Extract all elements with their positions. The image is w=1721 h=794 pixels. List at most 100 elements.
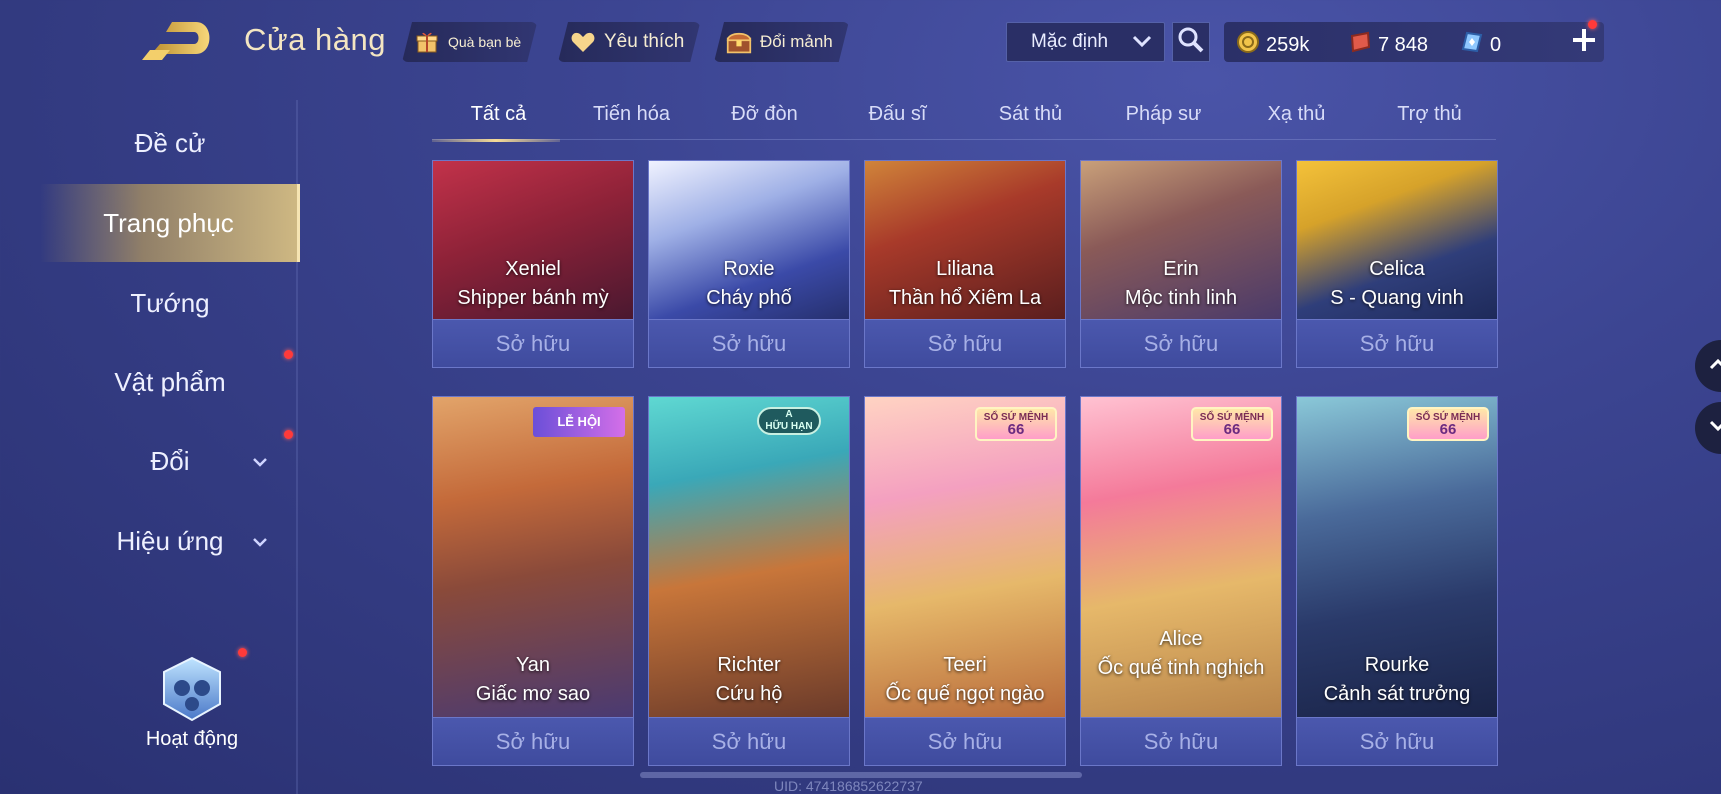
skin-names: Yan Giấc mơ sao: [432, 654, 634, 706]
gold-balance: 259k: [1236, 30, 1309, 60]
skin-card[interactable]: SỔ SỨ MỆNH 66 Rourke Cảnh sát trưởng Sở …: [1296, 396, 1498, 768]
tab-all[interactable]: Tất cả: [432, 96, 565, 142]
tab-evolution[interactable]: Tiến hóa: [565, 96, 698, 140]
favorite-label: Yêu thích: [604, 31, 685, 52]
owned-button[interactable]: Sở hữu: [1080, 320, 1282, 368]
skin-names: Alice Ốc quế tinh nghịch: [1080, 628, 1282, 681]
skin-card[interactable]: SỔ SỨ MỆNH 66 Teeri Ốc quế ngọt ngào Sở …: [864, 396, 1066, 768]
sidebar-item-items[interactable]: Vật phẩm: [40, 343, 300, 421]
owned-button[interactable]: Sở hữu: [1296, 320, 1498, 368]
friend-gift-label: Quà bạn bè: [448, 34, 522, 50]
sidebar-item-exchange[interactable]: Đổi: [40, 422, 300, 500]
owned-button[interactable]: Sở hữu: [648, 718, 850, 766]
festival-badge: LỄ HỘI: [533, 407, 625, 437]
owned-button[interactable]: Sở hữu: [864, 320, 1066, 368]
skin-names: Celica S - Quang vinh: [1296, 258, 1498, 310]
tab-assassin[interactable]: Sát thủ: [964, 96, 1097, 140]
top-bar: Cửa hàng Quà bạn bè Yêu thích Đổi mảnh M…: [0, 0, 1721, 84]
diamond-balance: 0: [1460, 30, 1501, 60]
plus-icon: [1571, 27, 1597, 58]
mission-book-badge: SỔ SỨ MỆNH 66: [1191, 407, 1273, 441]
scroll-down-button[interactable]: [1695, 402, 1721, 454]
sidebar-item-recommended[interactable]: Đề cử: [40, 104, 300, 182]
search-icon: [1177, 26, 1205, 59]
sidebar-item-label: Tướng: [130, 287, 210, 318]
voucher-icon: [1348, 30, 1372, 60]
hero-name: Richter: [717, 654, 781, 676]
hero-name: Roxie: [723, 258, 775, 280]
hero-name: Xeniel: [505, 258, 561, 280]
scroll-up-button[interactable]: [1695, 340, 1721, 392]
skin-name: Thần hổ Xiêm La: [888, 287, 1042, 309]
sidebar-item-label: Vật phẩm: [114, 366, 226, 397]
mission-book-badge: SỔ SỨ MỆNH 66: [975, 407, 1057, 441]
category-tabs: Tất cả Tiến hóa Đỡ đòn Đấu sĩ Sát thủ Ph…: [432, 96, 1496, 142]
exchange-shards-button[interactable]: Đổi mảnh: [714, 22, 849, 62]
skin-names: Roxie Cháy phố: [648, 258, 850, 310]
limited-badge-grade: A: [785, 409, 793, 420]
sidebar-item-label: Hiệu ứng: [116, 525, 224, 556]
back-button[interactable]: [140, 18, 216, 62]
owned-button[interactable]: Sở hữu: [1296, 718, 1498, 766]
chevron-down-icon: [1132, 31, 1152, 53]
chevron-down-icon: [252, 531, 268, 552]
skin-names: Xeniel Shipper bánh mỳ: [432, 258, 634, 310]
sidebar-item-effects[interactable]: Hiệu ứng: [40, 502, 300, 580]
skin-name: Ốc quế tinh nghịch: [1097, 657, 1265, 679]
chevron-down-icon: [1709, 419, 1721, 437]
skin-name: Shipper bánh mỳ: [457, 287, 609, 309]
notification-dot: [284, 350, 293, 359]
tab-marksman[interactable]: Xạ thủ: [1230, 96, 1363, 140]
skin-card[interactable]: Liliana Thần hổ Xiêm La Sở hữu: [864, 160, 1066, 370]
favorite-button[interactable]: Yêu thích: [558, 22, 700, 62]
tab-tank[interactable]: Đỡ đòn: [698, 96, 831, 140]
chest-icon: [726, 29, 752, 55]
owned-button[interactable]: Sở hữu: [432, 320, 634, 368]
notification-dot: [238, 648, 247, 657]
skin-card[interactable]: A HỮU HẠN Richter Cứu hộ Sở hữu: [648, 396, 850, 768]
skin-name: Cháy phố: [706, 287, 792, 309]
skin-name: Giấc mơ sao: [475, 683, 591, 705]
friend-gift-button[interactable]: Quà bạn bè: [402, 22, 537, 62]
owned-button[interactable]: Sở hữu: [864, 718, 1066, 766]
tab-support[interactable]: Trợ thủ: [1363, 96, 1496, 140]
currency-bar: 259k 7 848 0: [1224, 22, 1604, 62]
sidebar-item-label: Trang phục: [103, 207, 234, 238]
mission-badge-number: 66: [1223, 421, 1241, 438]
tab-fighter[interactable]: Đấu sĩ: [831, 96, 964, 140]
skin-card[interactable]: SỔ SỨ MỆNH 66 Alice Ốc quế tinh nghịch S…: [1080, 396, 1282, 768]
sidebar-item-label: Đổi: [150, 445, 190, 476]
chevron-down-icon: [252, 451, 268, 472]
owned-button[interactable]: Sở hữu: [432, 718, 634, 766]
search-button[interactable]: [1172, 22, 1210, 62]
hero-name: Rourke: [1364, 654, 1430, 676]
skin-name: Ốc quế ngọt ngào: [885, 683, 1045, 705]
owned-button[interactable]: Sở hữu: [648, 320, 850, 368]
owned-button[interactable]: Sở hữu: [1080, 718, 1282, 766]
sidebar-item-costumes[interactable]: Trang phục: [40, 184, 300, 262]
sidebar-item-label: Đề cử: [134, 127, 206, 158]
limited-badge: A HỮU HẠN: [757, 407, 821, 435]
skin-card[interactable]: Erin Mộc tinh linh Sở hữu: [1080, 160, 1282, 370]
skin-card[interactable]: Roxie Cháy phố Sở hữu: [648, 160, 850, 370]
notification-dot: [284, 430, 293, 439]
activity-button[interactable]: Hoạt động: [136, 650, 248, 760]
skin-card[interactable]: LỄ HỘI Yan Giấc mơ sao Sở hữu: [432, 396, 634, 768]
hero-name: Yan: [515, 654, 551, 676]
diamond-card-icon: [1460, 30, 1484, 60]
notification-dot: [1588, 20, 1597, 29]
page-title: Cửa hàng: [244, 22, 386, 57]
exchange-shards-label: Đổi mảnh: [760, 32, 833, 51]
sort-dropdown[interactable]: Mặc định: [1006, 22, 1165, 62]
tab-mage[interactable]: Pháp sư: [1097, 96, 1230, 140]
hero-name: Alice: [1159, 628, 1203, 650]
skin-card[interactable]: Celica S - Quang vinh Sở hữu: [1296, 160, 1498, 370]
add-currency-button[interactable]: [1566, 24, 1602, 60]
skin-names: Teeri Ốc quế ngọt ngào: [864, 654, 1066, 706]
sidebar-item-heroes[interactable]: Tướng: [40, 264, 300, 342]
skin-card[interactable]: Xeniel Shipper bánh mỳ Sở hữu: [432, 160, 634, 370]
skin-names: Richter Cứu hộ: [648, 654, 850, 706]
gold-amount: 259k: [1266, 33, 1310, 56]
skin-names: Erin Mộc tinh linh: [1080, 258, 1282, 310]
mission-badge-number: 66: [1007, 421, 1025, 438]
